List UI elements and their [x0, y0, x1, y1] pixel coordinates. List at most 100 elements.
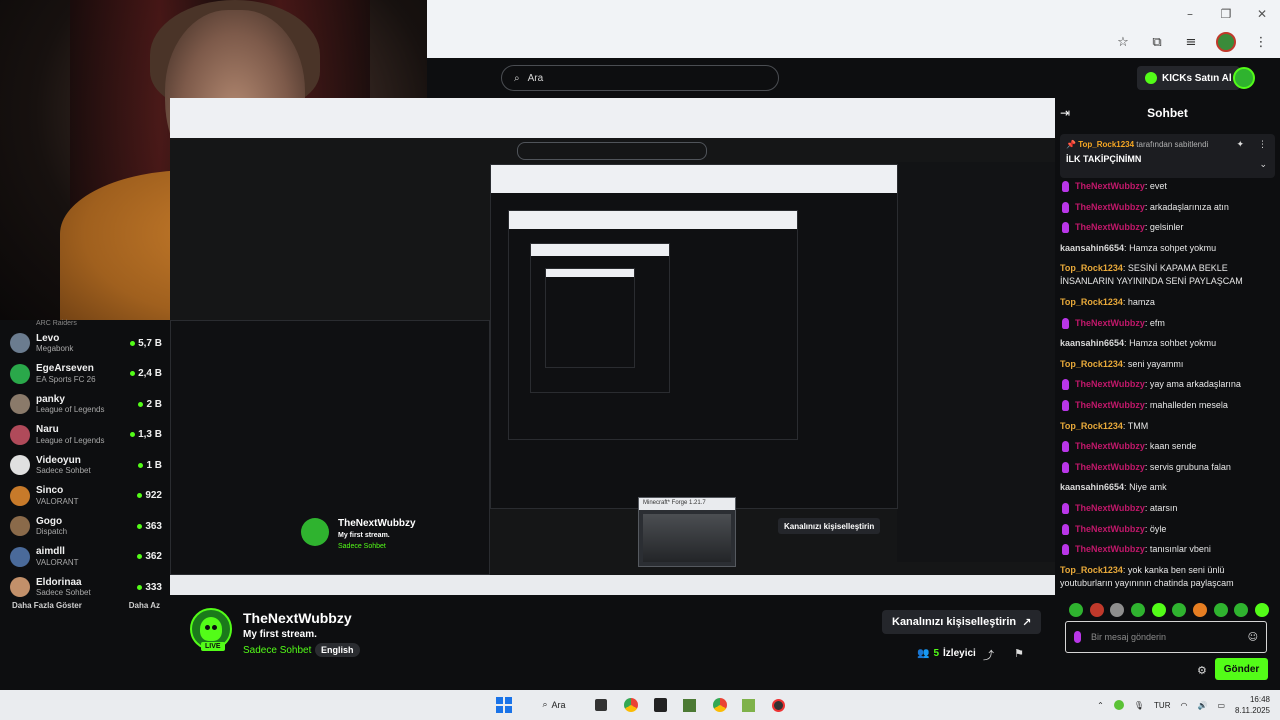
- chat-username[interactable]: TheNextWubbzy: [1075, 318, 1145, 328]
- more-icon[interactable]: ⋮: [1258, 140, 1267, 150]
- emote-icon[interactable]: [1151, 603, 1166, 617]
- show-more-button[interactable]: Daha Fazla Göster: [12, 601, 82, 610]
- profile-icon[interactable]: [1216, 32, 1236, 52]
- pinned-by-user: Top_Rock1234: [1078, 140, 1135, 149]
- sidebar-channel[interactable]: Levo Megabonk 5,7 B: [10, 330, 162, 356]
- chat-input[interactable]: [1091, 632, 1248, 642]
- bookmark-star-icon[interactable]: ☆: [1114, 33, 1132, 51]
- emote-icon[interactable]: [1192, 603, 1207, 617]
- show-less-button[interactable]: Daha Az: [129, 601, 160, 610]
- wifi-icon[interactable]: ◠: [1180, 701, 1187, 710]
- chat-username[interactable]: Top_Rock1234: [1060, 297, 1123, 307]
- chat-username[interactable]: TheNextWubbzy: [1075, 222, 1145, 232]
- follow-user-icon[interactable]: ⚑: [1014, 647, 1024, 660]
- share-icon[interactable]: ⤴: [983, 647, 994, 663]
- sidebar-channel[interactable]: EgeArseven EA Sports FC 26 2,4 B: [10, 361, 162, 387]
- chat-username[interactable]: TheNextWubbzy: [1075, 462, 1145, 472]
- task-view-icon[interactable]: [593, 696, 609, 714]
- language-indicator[interactable]: TUR: [1154, 701, 1170, 710]
- partial-category: ARC Raiders: [36, 320, 77, 327]
- user-avatar[interactable]: [1233, 67, 1255, 89]
- chat-username[interactable]: kaansahin6654: [1060, 482, 1124, 492]
- chat-username[interactable]: Top_Rock1234: [1060, 421, 1123, 431]
- chat-username[interactable]: kaansahin6654: [1060, 338, 1124, 348]
- channel-name[interactable]: TheNextWubbzy: [243, 610, 352, 626]
- chat-message: Top_Rock1234: yok kanka ben seni ünlü yo…: [1060, 564, 1275, 590]
- windows-start-icon[interactable]: [495, 696, 513, 714]
- chat-message: TheNextWubbzy: gelsinler: [1060, 221, 1275, 234]
- chat-username[interactable]: Top_Rock1234: [1060, 263, 1123, 273]
- broadcaster-badge-icon: [1062, 544, 1069, 556]
- chat-username[interactable]: TheNextWubbzy: [1075, 441, 1145, 451]
- chat-username[interactable]: TheNextWubbzy: [1075, 400, 1145, 410]
- minecraft-launcher-icon[interactable]: [740, 696, 756, 714]
- microphone-icon[interactable]: 🎙: [1134, 701, 1144, 710]
- sidebar-channel-name: Gogo: [36, 515, 63, 527]
- emote-icon[interactable]: [1172, 603, 1187, 617]
- chat-settings-icon[interactable]: ⚙: [1197, 664, 1207, 677]
- chat-username[interactable]: TheNextWubbzy: [1075, 503, 1145, 513]
- reading-list-icon[interactable]: ≡: [1182, 33, 1200, 51]
- sidebar-channel[interactable]: Naru League of Legends 1,3 B: [10, 422, 162, 448]
- restore-icon[interactable]: ❐: [1208, 0, 1244, 28]
- volume-icon[interactable]: 🔊: [1197, 701, 1207, 710]
- minecraft-icon[interactable]: [681, 696, 697, 714]
- emote-bar: [1069, 603, 1269, 617]
- send-button[interactable]: Gönder: [1215, 658, 1268, 680]
- clock[interactable]: 16:48 8.11.2025: [1235, 694, 1270, 716]
- menu-dots-icon[interactable]: ⋮: [1252, 33, 1270, 51]
- chat-username[interactable]: TheNextWubbzy: [1075, 379, 1145, 389]
- chat-message: TheNextWubbzy: mahalleden mesela: [1060, 399, 1275, 412]
- sidebar-channel[interactable]: Gogo Dispatch 363: [10, 513, 162, 539]
- chrome-active-icon[interactable]: [711, 696, 729, 714]
- chat-text: TMM: [1127, 420, 1149, 431]
- chevron-down-icon[interactable]: ⌄: [1259, 160, 1267, 170]
- emote-icon[interactable]: [1213, 603, 1228, 617]
- chat-username[interactable]: Top_Rock1234: [1060, 359, 1123, 369]
- sidebar-channel-category: EA Sports FC 26: [36, 374, 96, 384]
- sidebar-channel[interactable]: Videoyun Sadece Sohbet 1 B: [10, 452, 162, 478]
- viewer-number: 5: [933, 648, 940, 659]
- chat-username[interactable]: TheNextWubbzy: [1075, 202, 1145, 212]
- sidebar-channel[interactable]: Eldorinaa Sadece Sohbet 333: [10, 574, 162, 600]
- chevron-up-icon[interactable]: ⌃: [1097, 701, 1104, 710]
- emoji-icon[interactable]: ☺: [1248, 632, 1258, 643]
- chat-text: Hamza sohpet yokmu: [1129, 242, 1217, 253]
- chrome-icon[interactable]: [623, 696, 639, 714]
- sidebar-viewer-count: 363: [137, 521, 162, 532]
- tray-app-icon[interactable]: [1113, 700, 1124, 710]
- search-input[interactable]: ⌕ Ara: [501, 65, 779, 91]
- emote-icon[interactable]: [1234, 603, 1249, 617]
- customize-channel-button[interactable]: Kanalınızı kişiselleştirin ↗: [882, 610, 1042, 634]
- close-icon[interactable]: ✕: [1244, 0, 1280, 28]
- chat-username[interactable]: TheNextWubbzy: [1075, 181, 1145, 191]
- emote-icon[interactable]: [1089, 603, 1104, 617]
- chat-input-box[interactable]: ☺: [1065, 621, 1267, 653]
- sidebar-channel[interactable]: Sinco VALORANT 922: [10, 483, 162, 509]
- battery-icon[interactable]: ▭: [1217, 701, 1225, 710]
- stream-category[interactable]: Sadece Sohbet: [243, 645, 311, 656]
- pin-icon[interactable]: ✦: [1236, 140, 1244, 150]
- browser-toolbar: ☆ ⧉ ≡ ⋮: [1114, 32, 1270, 52]
- chat-username[interactable]: TheNextWubbzy: [1075, 524, 1145, 534]
- emote-icon[interactable]: [1254, 603, 1269, 617]
- emote-icon[interactable]: [1110, 603, 1125, 617]
- app-icon[interactable]: [770, 696, 786, 714]
- chat-message: TheNextWubbzy: atarsın: [1060, 502, 1275, 515]
- buy-kicks-label: KICKs Satın Al: [1162, 72, 1232, 84]
- sidebar-channel[interactable]: aimdll VALORANT 362: [10, 544, 162, 570]
- minimize-icon[interactable]: –: [1172, 0, 1208, 28]
- sidebar-channel[interactable]: panky League of Legends 2 B: [10, 391, 162, 417]
- chat-username[interactable]: Top_Rock1234: [1060, 565, 1123, 575]
- emote-icon[interactable]: [1069, 603, 1083, 617]
- language-tag[interactable]: English: [315, 643, 360, 657]
- recommended-channels: ARC Raiders Levo Megabonk 5,7 B EgeArseven E…: [0, 320, 170, 620]
- buy-kicks-button[interactable]: KICKs Satın Al: [1137, 66, 1240, 90]
- channel-avatar-small: [10, 394, 30, 414]
- epic-games-icon[interactable]: [652, 696, 668, 714]
- extensions-icon[interactable]: ⧉: [1148, 33, 1166, 51]
- chat-username[interactable]: TheNextWubbzy: [1075, 544, 1145, 554]
- emote-icon[interactable]: [1130, 603, 1145, 617]
- taskbar-search[interactable]: ⌕ Ara: [530, 696, 578, 714]
- chat-username[interactable]: kaansahin6654: [1060, 243, 1124, 253]
